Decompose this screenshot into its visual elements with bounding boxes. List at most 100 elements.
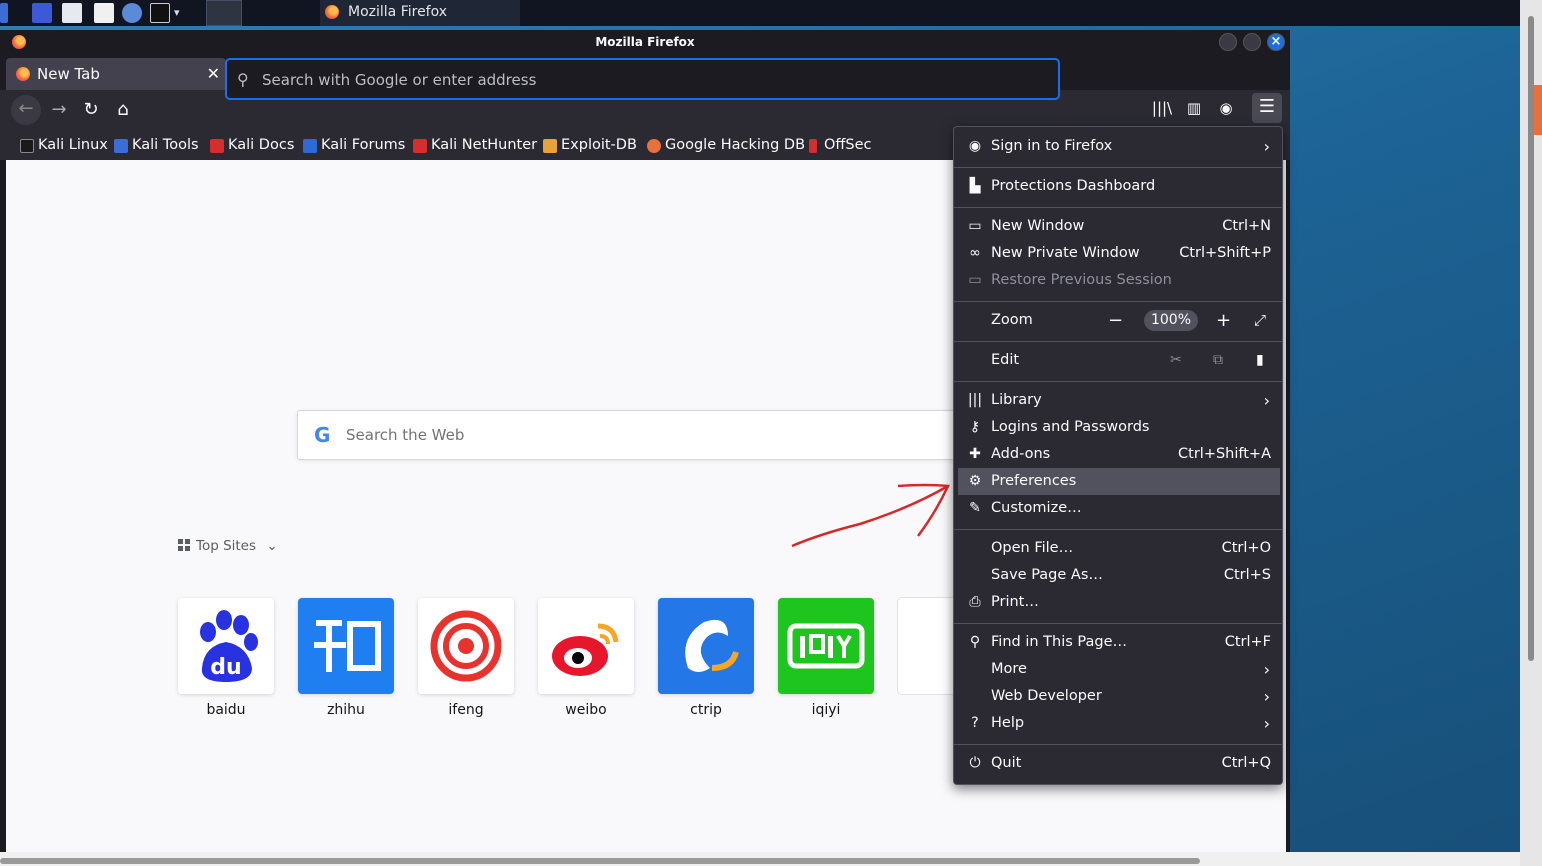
bookmark-exploit-db[interactable]: Exploit-DB (543, 134, 637, 156)
forward-button[interactable]: → (44, 96, 74, 124)
library-icon[interactable]: |||\ (1150, 96, 1174, 120)
firefox-icon (325, 5, 339, 19)
kali-nethunter-icon (413, 139, 427, 153)
file-manager-icon[interactable] (62, 3, 82, 23)
menu-more[interactable]: More › (958, 656, 1280, 683)
menu-help[interactable]: ? Help › (958, 710, 1280, 737)
menu-label: Zoom (991, 312, 1033, 328)
menu-library[interactable]: ||| Library › (958, 387, 1280, 414)
kali-linux-icon (20, 139, 34, 153)
copy-icon[interactable]: ⧉ (1213, 347, 1223, 374)
menu-label: New Window (991, 218, 1085, 234)
top-site-zhihu[interactable]: zhihu (298, 598, 394, 718)
paste-icon[interactable]: ▮ (1256, 347, 1264, 374)
web-browser-icon[interactable] (122, 3, 142, 23)
close-tab-icon[interactable]: ✕ (207, 58, 220, 90)
printer-icon: ⎙ (969, 594, 981, 610)
google-hacking-db-icon (647, 139, 661, 153)
cut-icon[interactable]: ✂ (1170, 347, 1182, 374)
menu-shortcut: Ctrl+S (1223, 567, 1271, 583)
top-sites-header[interactable]: Top Sites ⌄ (178, 538, 278, 554)
kali-tools-icon (114, 139, 128, 153)
zoom-reset-button[interactable]: 100% (1144, 310, 1198, 331)
close-window-button[interactable]: × (1267, 33, 1285, 51)
menu-quit[interactable]: ⏻ Quit Ctrl+Q (958, 750, 1280, 777)
top-site-weibo[interactable]: weibo (538, 598, 634, 718)
menu-shortcut: Ctrl+Shift+A (1178, 446, 1271, 462)
scrollbar-thumb[interactable] (0, 858, 1200, 864)
workspace-icon[interactable] (32, 3, 52, 23)
menu-label: New Private Window (991, 245, 1140, 261)
menu-save-page[interactable]: Save Page As… Ctrl+S (958, 562, 1280, 589)
menu-customize[interactable]: ✎ Customize… (958, 495, 1280, 522)
help-icon: ? (971, 715, 979, 731)
account-icon: ◉ (968, 138, 982, 154)
menu-print[interactable]: ⎙ Print… (958, 589, 1280, 616)
menu-separator (954, 381, 1282, 382)
top-site-baidu[interactable]: du baidu (178, 598, 274, 718)
web-search-placeholder: Search the Web (346, 426, 465, 444)
top-site-ifeng[interactable]: ifeng (418, 598, 514, 718)
menu-find[interactable]: ⚲ Find in This Page… Ctrl+F (958, 629, 1280, 656)
library-icon: ||| (967, 392, 983, 408)
account-icon[interactable]: ◉ (1214, 96, 1238, 120)
top-site-label: ctrip (690, 702, 722, 718)
menu-shortcut: Ctrl+Q (1221, 755, 1271, 771)
menu-preferences[interactable]: ⚙ Preferences (958, 468, 1280, 495)
horizontal-scrollbar[interactable] (0, 852, 1520, 866)
maximize-button[interactable] (1243, 33, 1261, 51)
tab-new-tab[interactable]: New Tab ✕ (6, 58, 226, 90)
address-input[interactable] (262, 69, 1042, 91)
taskbar-firefox-launcher[interactable] (206, 0, 242, 26)
menu-label: Sign in to Firefox (991, 138, 1113, 154)
bookmark-offsec[interactable]: OffSec (806, 134, 872, 156)
open-menu-button[interactable]: ☰ (1252, 93, 1282, 123)
bookmark-kali-linux[interactable]: Kali Linux (20, 134, 108, 156)
bookmark-label: OffSec (824, 137, 872, 153)
back-button[interactable]: ← (11, 95, 41, 125)
bookmark-label: Kali Tools (132, 137, 199, 153)
title-bar: Mozilla Firefox × (0, 30, 1290, 56)
menu-protections-dashboard[interactable]: ▙ Protections Dashboard (958, 173, 1280, 200)
search-icon: ⚲ (237, 70, 249, 89)
menu-addons[interactable]: ✚ Add-ons Ctrl+Shift+A (958, 441, 1280, 468)
bookmark-kali-tools[interactable]: Kali Tools (114, 134, 199, 156)
zoom-out-button[interactable]: − (1108, 307, 1123, 334)
bookmark-google-hacking-db[interactable]: Google Hacking DB (647, 134, 805, 156)
fullscreen-icon[interactable]: ⤢ (1254, 307, 1266, 334)
app-menu-icon[interactable] (0, 3, 8, 23)
google-icon: G (314, 423, 331, 447)
taskbar-window-firefox[interactable]: Mozilla Firefox (320, 0, 520, 26)
top-site-label: ifeng (448, 702, 484, 718)
menu-new-private-window[interactable]: ∞ New Private Window Ctrl+Shift+P (958, 240, 1280, 267)
menu-new-window[interactable]: ▭ New Window Ctrl+N (958, 213, 1280, 240)
top-site-iqiyi[interactable]: iqiyi (778, 598, 874, 718)
menu-open-file[interactable]: Open File… Ctrl+O (958, 535, 1280, 562)
zoom-in-button[interactable]: + (1216, 307, 1231, 334)
terminal-icon[interactable] (150, 3, 170, 23)
menu-logins[interactable]: ⚷ Logins and Passwords (958, 414, 1280, 441)
reload-button[interactable]: ↻ (76, 96, 106, 124)
offsec-icon (809, 139, 817, 153)
home-button[interactable]: ⌂ (108, 96, 138, 124)
menu-label: Save Page As… (991, 567, 1103, 583)
menu-web-developer[interactable]: Web Developer › (958, 683, 1280, 710)
minimize-button[interactable] (1219, 33, 1237, 51)
chevron-down-icon[interactable]: ▾ (174, 3, 188, 23)
address-bar[interactable]: ⚲ (225, 58, 1060, 100)
kali-forums-icon (303, 139, 317, 153)
menu-label: Web Developer (991, 688, 1102, 704)
vertical-scrollbar[interactable] (1520, 0, 1542, 866)
search-icon: ⚲ (969, 634, 981, 650)
bookmark-kali-docs[interactable]: Kali Docs (210, 134, 294, 156)
menu-label: Edit (991, 352, 1020, 368)
web-search-box[interactable]: G Search the Web (297, 410, 997, 460)
bookmark-kali-forums[interactable]: Kali Forums (303, 134, 405, 156)
menu-shortcut: Ctrl+O (1221, 540, 1271, 556)
zhihu-logo-icon (298, 598, 394, 694)
menu-sign-in[interactable]: ◉ Sign in to Firefox › (958, 133, 1280, 160)
top-site-ctrip[interactable]: ctrip (658, 598, 754, 718)
sidebar-icon[interactable]: ▥ (1182, 96, 1206, 120)
bookmark-kali-nethunter[interactable]: Kali NetHunter (413, 134, 537, 156)
text-editor-icon[interactable] (94, 3, 114, 23)
